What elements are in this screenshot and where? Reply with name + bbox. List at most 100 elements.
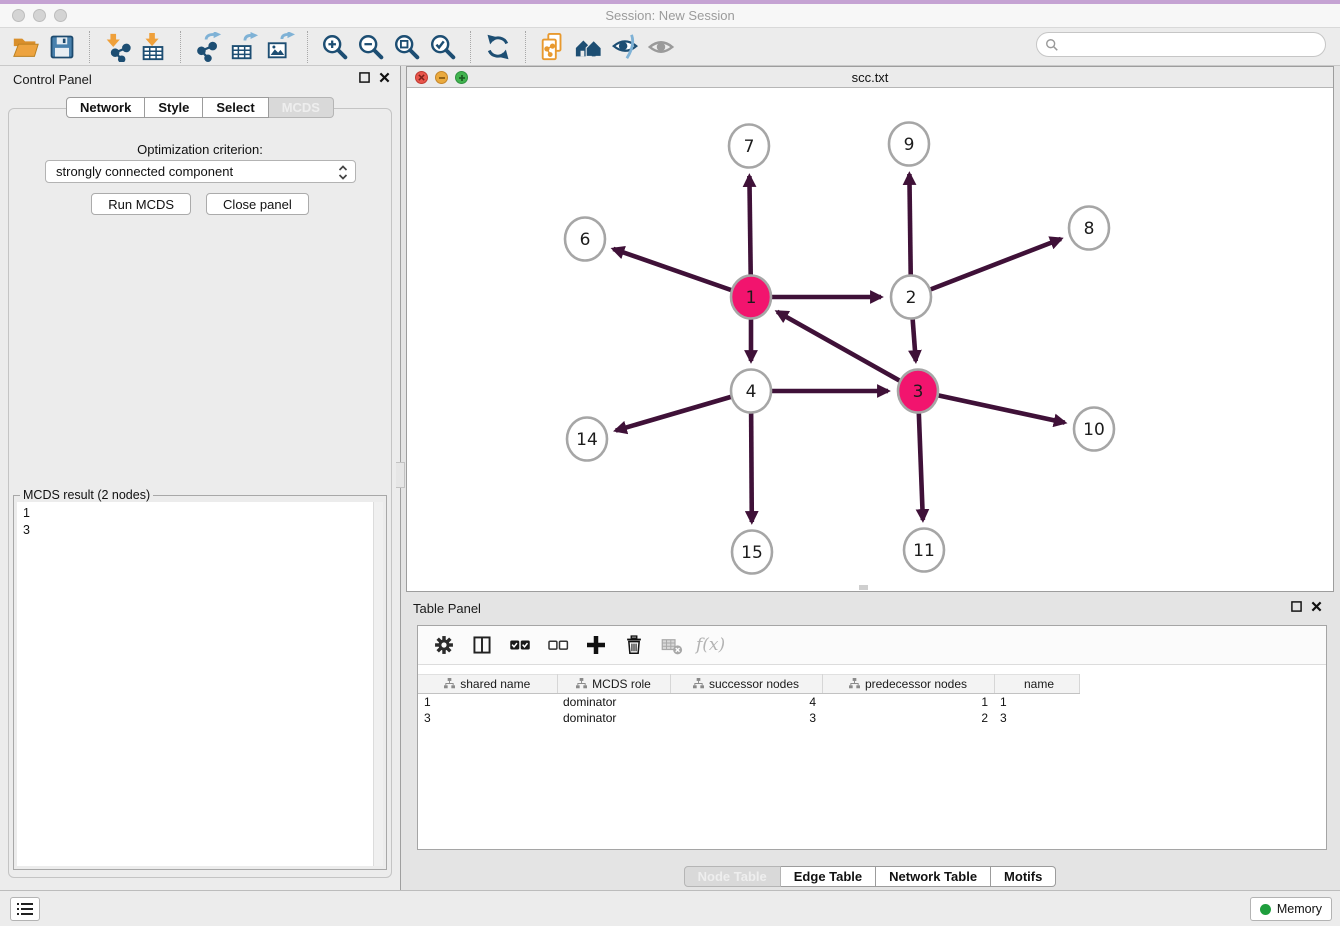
clone-network-icon[interactable] — [535, 30, 571, 64]
settings-gear-icon[interactable] — [428, 630, 460, 660]
result-scrollbar[interactable] — [373, 502, 383, 866]
table-cell[interactable]: 1 — [822, 694, 994, 710]
network-window-titlebar[interactable]: scc.txt — [407, 67, 1333, 88]
import-table-icon[interactable] — [135, 30, 171, 64]
float-panel-icon[interactable] — [359, 72, 370, 83]
memory-label: Memory — [1277, 902, 1322, 916]
app-titlebar: Session: New Session — [0, 4, 1340, 28]
graph-edge-3-1[interactable] — [777, 312, 918, 391]
export-table-icon[interactable] — [226, 30, 262, 64]
tab-style[interactable]: Style — [145, 97, 203, 118]
table-cell[interactable]: 3 — [418, 710, 557, 726]
graph-node-7[interactable]: 7 — [729, 125, 769, 168]
export-image-icon[interactable] — [262, 30, 298, 64]
search-icon — [1045, 38, 1059, 52]
run-mcds-button[interactable]: Run MCDS — [91, 193, 191, 215]
export-network-icon[interactable] — [190, 30, 226, 64]
column-header-MCDS-role[interactable]: MCDS role — [557, 675, 670, 694]
graph-node-6[interactable]: 6 — [565, 218, 605, 261]
float-table-panel-icon[interactable] — [1291, 601, 1302, 612]
svg-text:15: 15 — [741, 543, 763, 563]
zoom-selected-icon[interactable] — [425, 30, 461, 64]
deselect-all-icon[interactable] — [542, 630, 574, 660]
dropdown-stepper-icon — [337, 164, 349, 181]
graph-node-9[interactable]: 9 — [889, 123, 929, 166]
graph-node-15[interactable]: 15 — [732, 531, 772, 574]
close-panel-button[interactable]: Close panel — [206, 193, 309, 215]
table-cell[interactable]: 1 — [418, 694, 557, 710]
search-field[interactable] — [1036, 32, 1326, 57]
table-cell[interactable]: 2 — [822, 710, 994, 726]
table-panel: Table Panel — [406, 595, 1334, 890]
table-row[interactable]: 3dominator323 — [418, 710, 1079, 726]
function-builder-icon: f(x) — [696, 635, 725, 655]
graph-node-11[interactable]: 11 — [904, 529, 944, 572]
tab-select[interactable]: Select — [203, 97, 268, 118]
graph-edge-3-10[interactable] — [918, 391, 1065, 423]
close-table-panel-icon[interactable] — [1311, 601, 1322, 612]
split-panel-icon[interactable] — [466, 630, 498, 660]
memory-button[interactable]: Memory — [1250, 897, 1332, 921]
close-panel-icon[interactable] — [379, 72, 390, 83]
save-session-icon[interactable] — [44, 30, 80, 64]
task-history-button[interactable] — [10, 897, 40, 921]
first-neighbors-icon[interactable] — [571, 30, 607, 64]
zoom-out-icon[interactable] — [353, 30, 389, 64]
graph-node-3[interactable]: 3 — [898, 370, 938, 413]
memory-status-icon — [1260, 904, 1271, 915]
network-graph: 1 2 3 4 6 7 8 9 10 11 14 15 — [407, 88, 1333, 591]
table-cell[interactable]: dominator — [557, 710, 670, 726]
graph-node-1[interactable]: 1 — [731, 276, 771, 319]
table-cell[interactable]: 4 — [670, 694, 822, 710]
attribute-tree-icon — [693, 678, 704, 689]
column-header-successor-nodes[interactable]: successor nodes — [670, 675, 822, 694]
graph-node-14[interactable]: 14 — [567, 418, 607, 461]
hide-selected-icon[interactable] — [607, 30, 643, 64]
table-toolbar: f(x) — [418, 626, 1326, 665]
network-title: scc.txt — [407, 70, 1333, 85]
tab-mcds[interactable]: MCDS — [269, 97, 334, 118]
main-toolbar — [0, 28, 1340, 66]
node-table-container: f(x) shared nameMCDS rolesuccessor nodes… — [417, 625, 1327, 850]
open-session-icon[interactable] — [8, 30, 44, 64]
mcds-result-box[interactable]: 1 3 — [17, 502, 383, 866]
svg-text:8: 8 — [1084, 219, 1095, 239]
zoom-fit-icon[interactable] — [389, 30, 425, 64]
column-header-predecessor-nodes[interactable]: predecessor nodes — [822, 675, 994, 694]
table-cell[interactable]: 3 — [994, 710, 1079, 726]
attribute-tree-icon — [444, 678, 455, 689]
table-cell[interactable]: dominator — [557, 694, 670, 710]
graph-node-4[interactable]: 4 — [731, 370, 771, 413]
tab-edge-table[interactable]: Edge Table — [781, 866, 876, 887]
table-cell[interactable]: 1 — [994, 694, 1079, 710]
graph-edge-1-6[interactable] — [613, 249, 751, 297]
search-input[interactable] — [1064, 38, 1317, 52]
table-cell[interactable]: 3 — [670, 710, 822, 726]
column-header-shared-name[interactable]: shared name — [418, 675, 557, 694]
graph-node-2[interactable]: 2 — [891, 276, 931, 319]
graph-node-8[interactable]: 8 — [1069, 207, 1109, 250]
canvas-scrollbar-thumb[interactable] — [859, 585, 868, 590]
tab-node-table[interactable]: Node Table — [684, 866, 781, 887]
column-header-name[interactable]: name — [994, 675, 1079, 694]
tab-network[interactable]: Network — [66, 97, 145, 118]
network-canvas[interactable]: 1 2 3 4 6 7 8 9 10 11 14 15 — [407, 88, 1333, 591]
show-all-icon — [643, 30, 679, 64]
svg-text:10: 10 — [1083, 420, 1105, 440]
import-network-icon[interactable] — [99, 30, 135, 64]
optimization-criterion-dropdown[interactable]: strongly connected component — [45, 160, 356, 183]
delete-column-icon[interactable] — [618, 630, 650, 660]
zoom-in-icon[interactable] — [317, 30, 353, 64]
svg-text:3: 3 — [913, 382, 924, 402]
tab-network-table[interactable]: Network Table — [876, 866, 991, 887]
graph-node-10[interactable]: 10 — [1074, 408, 1114, 451]
refresh-view-icon[interactable] — [480, 30, 516, 64]
select-all-icon[interactable] — [504, 630, 536, 660]
tab-motifs[interactable]: Motifs — [991, 866, 1056, 887]
delete-table-icon — [656, 630, 688, 660]
svg-text:7: 7 — [744, 137, 755, 157]
table-row[interactable]: 1dominator411 — [418, 694, 1079, 710]
graph-edge-2-8[interactable] — [911, 239, 1061, 297]
panel-splitter-handle[interactable] — [396, 462, 405, 488]
add-column-icon[interactable] — [580, 630, 612, 660]
